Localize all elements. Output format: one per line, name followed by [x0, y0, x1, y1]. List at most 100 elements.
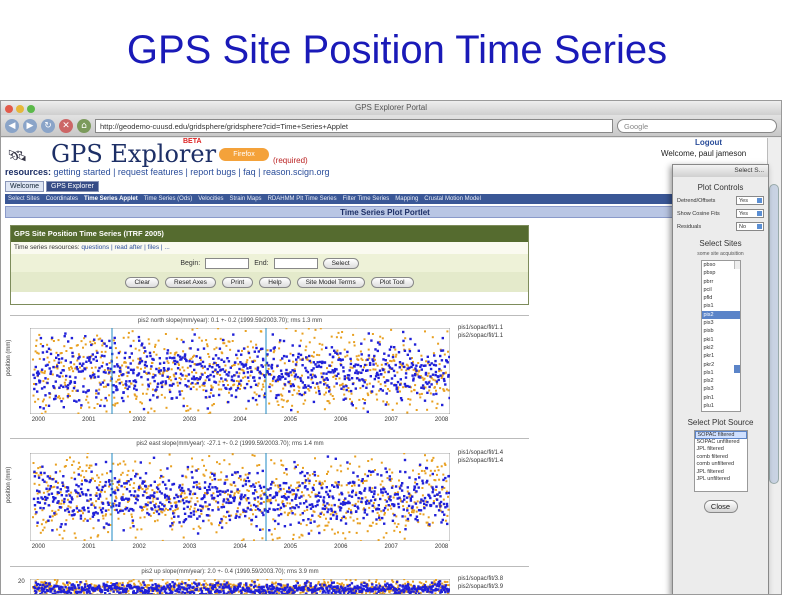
blue-point — [172, 382, 175, 386]
blue-point — [413, 343, 417, 346]
zoom-window-icon[interactable] — [27, 105, 35, 113]
url-bar[interactable]: http://geodemo-cuusd.edu/gridsphere/grid… — [95, 118, 613, 133]
blue-point — [285, 468, 288, 471]
blue-point — [323, 378, 326, 381]
orange-point — [81, 479, 83, 482]
tab-gps-explorer[interactable]: GPS Explorer — [46, 181, 99, 192]
logout-link[interactable]: Logout — [695, 138, 722, 147]
blue-point — [142, 581, 145, 584]
orange-point — [196, 497, 199, 499]
site-model-terms-button[interactable]: Site Model Terms — [296, 276, 365, 288]
blue-point — [429, 367, 433, 371]
source-item[interactable]: JPL filtered — [695, 446, 747, 454]
site-item[interactable]: pbsp — [702, 269, 740, 277]
site-item[interactable]: pis1 — [702, 302, 740, 310]
orange-point — [209, 476, 212, 479]
site-item[interactable]: pbrr — [702, 278, 740, 286]
menu-item[interactable]: Velocities — [198, 194, 223, 204]
tab-welcome[interactable]: Welcome — [5, 181, 45, 192]
menu-item[interactable]: Filter Time Series — [343, 194, 390, 204]
cosine-fits-select[interactable]: Yes — [736, 209, 764, 218]
select-button[interactable]: Select — [322, 257, 359, 269]
site-item[interactable]: pisb — [702, 327, 740, 335]
source-item[interactable]: comb filtered — [695, 454, 747, 462]
site-item[interactable]: pis3 — [702, 319, 740, 327]
orange-point — [422, 513, 425, 516]
site-item[interactable]: pfld — [702, 294, 740, 302]
orange-point — [151, 489, 154, 492]
firefox-badge[interactable]: Firefox — [219, 148, 269, 161]
site-item-selected[interactable]: pis2 — [701, 310, 740, 320]
back-icon[interactable]: ◀ — [5, 118, 19, 133]
site-item[interactable]: pki2 — [702, 344, 740, 352]
reload-icon[interactable]: ↻ — [41, 118, 55, 133]
site-item[interactable]: pki1 — [702, 336, 740, 344]
help-button[interactable]: Help — [259, 276, 291, 288]
site-item[interactable]: pln1 — [702, 394, 740, 402]
site-item[interactable]: pkr1 — [702, 352, 740, 360]
menu-item[interactable]: Select Sites — [8, 194, 40, 204]
source-item[interactable]: JPL filtered — [695, 469, 747, 477]
plot-tool-button[interactable]: Plot Tool — [370, 276, 414, 288]
stop-icon[interactable]: ✕ — [59, 118, 73, 133]
menu-item[interactable]: Coordinates — [46, 194, 78, 204]
clear-button[interactable]: Clear — [125, 276, 159, 288]
plot-source-list[interactable]: SOPAC filtered SOPAC unfiltered JPL filt… — [693, 430, 748, 492]
begin-date-input[interactable] — [205, 257, 250, 269]
orange-point — [80, 406, 82, 409]
source-item[interactable]: JPL unfiltered — [695, 476, 747, 484]
close-window-icon[interactable] — [5, 105, 13, 113]
source-item[interactable]: comb unfiltered — [695, 461, 747, 469]
site-item[interactable]: pls2 — [702, 377, 740, 385]
orange-point — [313, 510, 316, 513]
home-icon[interactable]: ⌂ — [77, 118, 91, 133]
menu-item[interactable]: Strain Maps — [230, 194, 262, 204]
orange-point — [199, 527, 202, 530]
orange-point — [39, 466, 42, 469]
blue-point — [214, 354, 218, 357]
orange-point — [365, 479, 368, 482]
residuals-select[interactable]: No — [736, 222, 764, 231]
close-button[interactable]: Close — [703, 500, 738, 513]
browser-toolbar: ◀ ▶ ↻ ✕ ⌂ http://geodemo-cuusd.edu/grids… — [1, 115, 781, 137]
menu-item[interactable]: Time Series (Ods) — [144, 194, 192, 204]
orange-point — [60, 361, 63, 364]
reset-axes-button[interactable]: Reset Axes — [164, 276, 216, 288]
orange-point — [207, 519, 210, 522]
site-item[interactable]: pls3 — [702, 385, 740, 393]
end-date-input[interactable] — [273, 257, 318, 269]
blue-point — [160, 385, 164, 389]
orange-point — [296, 410, 299, 413]
source-item[interactable]: SOPAC unfiltered — [695, 439, 747, 447]
blue-point — [431, 491, 434, 494]
blue-point — [423, 502, 426, 505]
site-item[interactable]: pcil — [702, 286, 740, 294]
detrend-select[interactable]: Yes — [736, 196, 764, 205]
blue-point — [178, 591, 181, 594]
site-list-scrollbar[interactable] — [733, 261, 740, 374]
menu-item[interactable]: Crustal Motion Model — [424, 194, 481, 204]
panel-resources-links[interactable]: questions | read after | files | ... — [81, 244, 170, 251]
source-item-selected[interactable]: SOPAC filtered — [694, 431, 747, 439]
orange-point — [301, 332, 304, 335]
orange-point — [124, 387, 127, 389]
forward-icon[interactable]: ▶ — [23, 118, 37, 133]
resources-link-list[interactable]: getting started | request features | rep… — [54, 167, 330, 177]
blue-point — [316, 494, 320, 497]
minimize-window-icon[interactable] — [16, 105, 24, 113]
menu-item[interactable]: RDAHMM Plt Time Series — [268, 194, 337, 204]
orange-point — [394, 348, 397, 351]
page-scroll-thumb[interactable] — [769, 184, 779, 484]
menu-item-time-series-applet[interactable]: Time Series Applet — [84, 194, 138, 204]
print-button[interactable]: Print — [221, 276, 254, 288]
site-item[interactable]: plu1 — [702, 402, 740, 410]
blue-point — [45, 487, 48, 490]
dialog-title[interactable]: Select S... — [673, 165, 768, 177]
site-list-scroll-thumb[interactable] — [733, 365, 740, 374]
page-scrollbar[interactable] — [767, 138, 781, 594]
slide-title: GPS Site Position Time Series — [126, 28, 668, 72]
search-input[interactable]: Google — [617, 118, 777, 133]
blue-point — [66, 581, 69, 584]
menu-item[interactable]: Mapping — [395, 194, 418, 204]
site-list[interactable]: pbso pbsp pbrr pcil pfld pis1 pis2 pis3 … — [700, 260, 741, 412]
